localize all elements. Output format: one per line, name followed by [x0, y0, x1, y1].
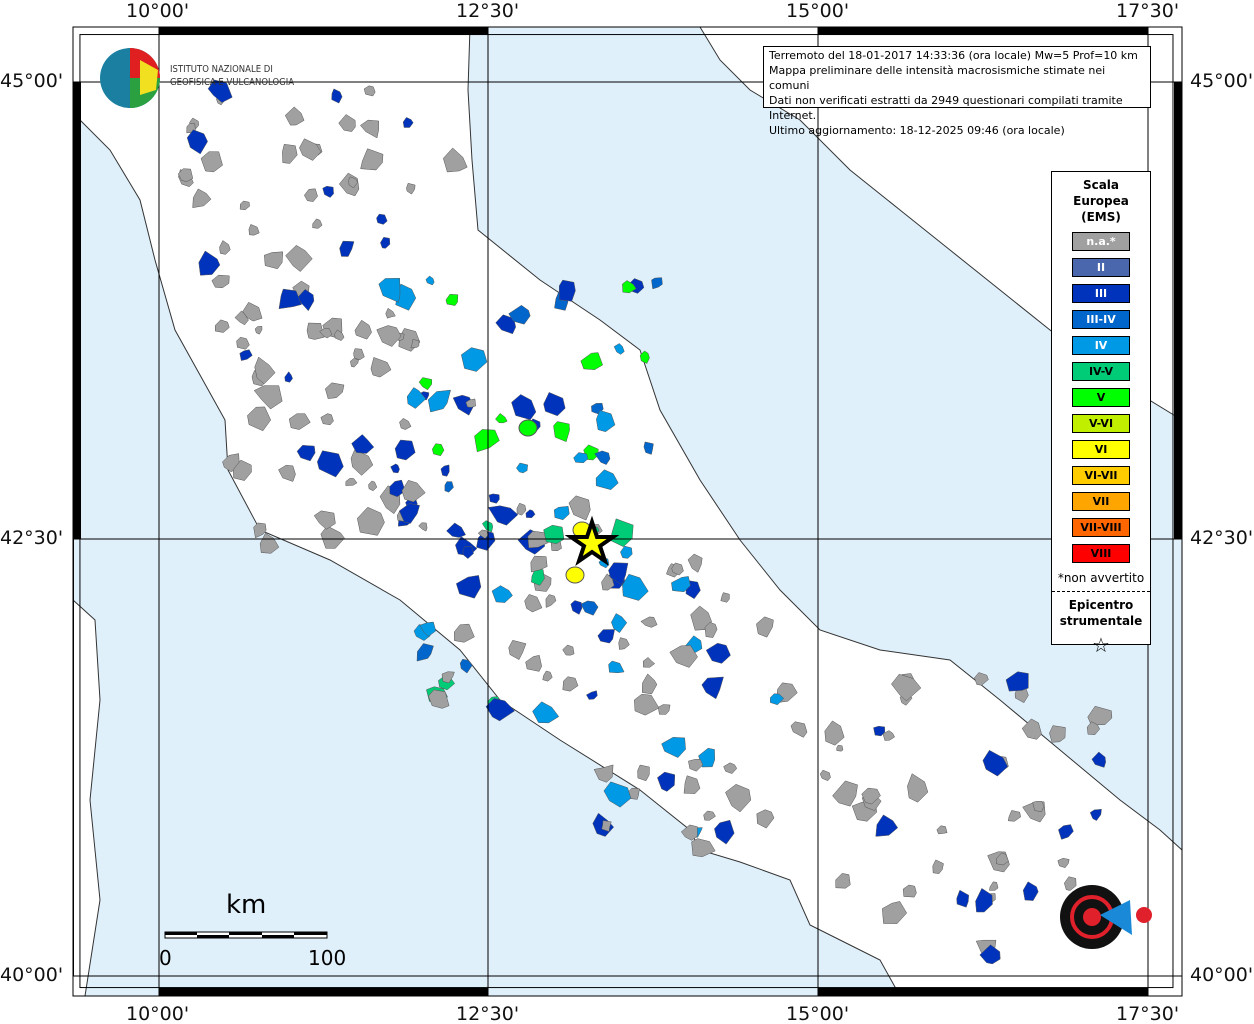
lon-label-bottom: 12°30'	[456, 1003, 520, 1024]
info-line: Terremoto del 18-01-2017 14:33:36 (ora l…	[769, 49, 1138, 62]
legend: Scala Europea (EMS) n.a.* II III III-IV IV IV…	[1051, 171, 1151, 657]
legend-swatch: V	[1072, 388, 1130, 407]
municipality-patch	[558, 279, 576, 302]
lon-label-bottom: 15°00'	[786, 1003, 850, 1024]
scale-end: 100	[308, 946, 347, 970]
legend-swatch: VIII	[1072, 544, 1130, 563]
legend-swatch: V-VI	[1072, 414, 1130, 433]
legend-swatch: II	[1072, 258, 1130, 277]
info-box: Terremoto del 18-01-2017 14:33:36 (ora l…	[763, 46, 1151, 137]
legend-swatch: n.a.*	[1072, 232, 1130, 251]
municipality-patch	[518, 419, 538, 437]
info-line: Ultimo aggiornamento: 18-12-2025 09:46 (…	[769, 124, 1065, 137]
lon-label-top: 10°00'	[126, 0, 190, 22]
legend-swatch: III	[1072, 284, 1130, 303]
lat-label-right: 42°30'	[1190, 527, 1254, 549]
legend-swatch: VII-VIII	[1072, 518, 1130, 537]
lat-label-right: 40°00'	[1190, 964, 1254, 986]
scale-unit: km	[226, 890, 267, 920]
lon-label-top: 12°30'	[456, 0, 520, 22]
legend-swatch: III-IV	[1072, 310, 1130, 329]
lon-label-bottom: 17°30'	[1116, 1003, 1180, 1024]
intensity-map: 10°00' 12°30' 15°00' 17°30' 10°00' 12°30…	[0, 0, 1254, 1024]
legend-swatch: VI	[1072, 440, 1130, 459]
legend-divider	[1052, 591, 1150, 592]
legend-swatch: IV-V	[1072, 362, 1130, 381]
lat-label-left: 45°00'	[0, 70, 64, 92]
legend-swatch: VI-VII	[1072, 466, 1130, 485]
municipality-patch	[836, 744, 844, 752]
star-icon: ☆	[1092, 633, 1110, 657]
lon-label-top: 17°30'	[1116, 0, 1180, 22]
legend-swatch: VII	[1072, 492, 1130, 511]
lon-label-bottom: 10°00'	[126, 1003, 190, 1024]
scale-start: 0	[159, 946, 172, 970]
lat-label-right: 45°00'	[1190, 70, 1254, 92]
municipality-patch	[543, 524, 565, 544]
info-line: Mappa preliminare delle intensità macros…	[769, 64, 1106, 92]
legend-title: Scala Europea (EMS)	[1073, 178, 1129, 224]
ingv-logo-text: ISTITUTO NAZIONALE DI GEOFISICA E VULCAN…	[170, 64, 295, 88]
lat-label-left: 40°00'	[0, 964, 64, 986]
info-line: Dati non verificati estratti da 2949 que…	[769, 94, 1123, 122]
legend-swatches: n.a.* II III III-IV IV IV-V V V-VI VI VI-VII VII VI…	[1052, 232, 1150, 563]
municipality-patch	[565, 566, 585, 584]
scale-bar	[164, 931, 328, 939]
lat-label-left: 42°30'	[0, 527, 64, 549]
legend-note: *non avvertito	[1057, 571, 1145, 585]
lon-label-top: 15°00'	[786, 0, 850, 22]
legend-swatch: IV	[1072, 336, 1130, 355]
epicenter-label: Epicentro strumentale	[1059, 598, 1143, 628]
ingv-logo	[100, 48, 160, 108]
